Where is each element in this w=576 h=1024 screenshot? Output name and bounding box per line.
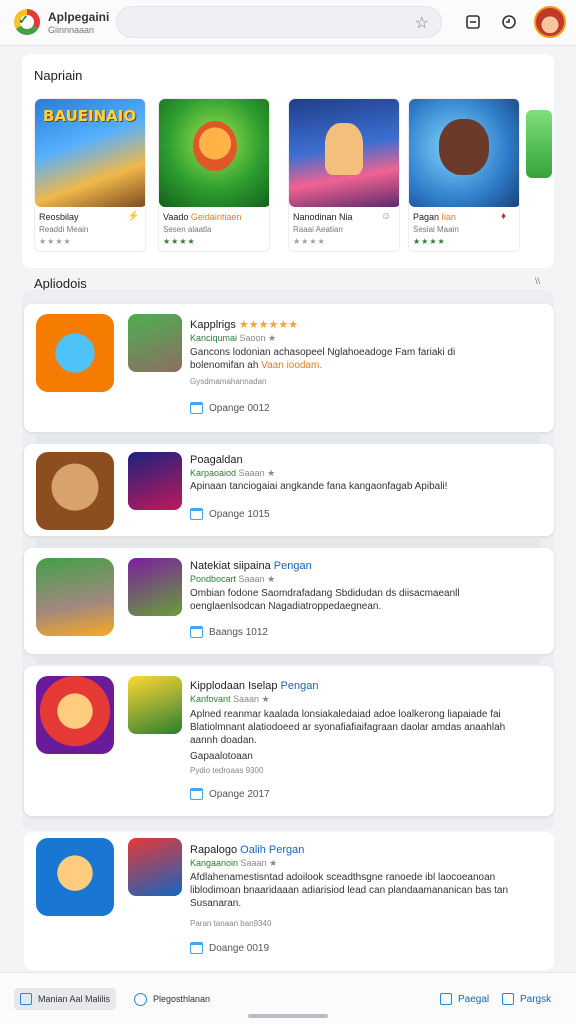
item-subtitle: Kanfovant Saaan ★: [190, 694, 270, 704]
calendar-icon: [190, 942, 203, 954]
chevron-icon[interactable]: \\: [535, 276, 540, 286]
item-subtitle: Pondbocart Saaan ★: [190, 574, 276, 584]
tab-home[interactable]: Manian Aal Malilis: [14, 988, 117, 1010]
item-description: Aplned reanmar kaalada lonsiakaledaiad a…: [190, 709, 506, 746]
featured-section: Napriain BAUEINAIO Reosbilay ⚡ Readdi Me…: [22, 54, 554, 268]
search-bar[interactable]: ☆: [116, 6, 442, 38]
scroll-peek-tile[interactable]: [526, 110, 552, 178]
item-date: Opange 1015: [190, 508, 270, 520]
item-title: Poagaldan: [190, 454, 243, 466]
badge-icon: ⚡: [127, 211, 140, 222]
list-item[interactable]: Poagaldan Karpaoaiod Saaan ★ Apinaan tan…: [24, 444, 554, 536]
divider: [36, 434, 540, 442]
compass-icon: [134, 992, 147, 1006]
divider: [36, 538, 540, 546]
app-icon-image: [36, 314, 114, 392]
badge-icon: ♦: [501, 211, 507, 222]
list-item[interactable]: Kipplodaan Iselap Pengan Kanfovant Saaan…: [24, 666, 554, 816]
featured-tile[interactable]: BAUEINAIO Reosbilay ⚡ Readdi Meain ★★★★: [34, 98, 146, 252]
calendar-icon: [190, 788, 203, 800]
item-subtitle: Kangaanoin Saaan ★: [190, 858, 278, 868]
calendar-icon: [190, 508, 203, 520]
featured-tile[interactable]: Vaado Geidaintiaen Sesen alaatla ★★★★: [158, 98, 270, 252]
featured-subtitle: Sesiai Maain: [413, 225, 459, 234]
rating-stars: ★★★★: [413, 237, 446, 246]
item-description: Gancons lodonian achasopeel Nglahoeadoge…: [190, 347, 456, 371]
featured-subtitle: Readdi Meain: [39, 225, 89, 234]
app-icon-image: [36, 676, 114, 754]
item-description: Ombian fodone Saomdrafadang Sbdidudan ds…: [190, 588, 460, 612]
home-indicator[interactable]: [248, 1014, 328, 1018]
app-subtitle: Giinnnaaan: [48, 25, 95, 35]
featured-name: Vaado Geidaintiaen: [163, 212, 242, 222]
item-date: Opange 2017: [190, 788, 270, 800]
featured-title: Napriain: [34, 68, 83, 83]
clock-icon[interactable]: [498, 11, 520, 33]
artwork-logo-text: BAUEINAIO: [43, 107, 137, 125]
featured-tile[interactable]: Nanodinan Nia ☺ Raaai Aeatian ★★★★: [288, 98, 400, 252]
app-title: Aplpegaini: [48, 10, 110, 24]
app-thumbnail-image: [128, 838, 182, 896]
game-artwork-image: BAUEINAIO: [35, 99, 145, 207]
item-title: Kapplrigs ★★★★★★: [190, 319, 299, 331]
featured-subtitle: Raaai Aeatian: [293, 225, 343, 234]
list-item[interactable]: Kapplrigs ★★★★★★ Kanciqumai Saoon ★ Ganc…: [24, 304, 554, 432]
home-icon: [20, 993, 32, 1005]
game-artwork-image: [159, 99, 269, 207]
item-title: Natekiat siipaina Pengan: [190, 560, 312, 572]
item-meta: Gysdmamahannadan: [190, 377, 267, 386]
calendar-icon: [190, 402, 203, 414]
app-thumbnail-image: [128, 452, 182, 510]
item-meta: Pydio tedroaas 9300: [190, 766, 264, 775]
list-item[interactable]: Natekiat siipaina Pengan Pondbocart Saaa…: [24, 548, 554, 654]
featured-name: Reosbilay: [39, 212, 79, 222]
rating-stars: ★★★★: [293, 237, 326, 246]
app-icon-image: [36, 838, 114, 916]
item-meta: Paran tanaan ban9340: [190, 919, 272, 928]
item-date: Baangs 1012: [190, 626, 268, 638]
item-description: Afdlahenamestisntad adoilook sceadthsgne…: [190, 872, 509, 909]
app-thumbnail-image: [128, 558, 182, 616]
list-item[interactable]: Rapalogo Oalih Pergan Kangaanoin Saaan ★…: [24, 832, 554, 970]
star-icon[interactable]: ☆: [415, 13, 429, 33]
divider: [36, 656, 540, 664]
tab-explore[interactable]: Plegosthlanan: [134, 988, 210, 1010]
item-title: Kipplodaan Iselap Pengan: [190, 680, 319, 692]
user-avatar[interactable]: [534, 6, 566, 38]
featured-tile[interactable]: Pagan Iian ♦ Sesiai Maain ★★★★: [408, 98, 520, 252]
badge-icon: ☺: [381, 211, 392, 222]
game-artwork-image: [409, 99, 519, 207]
tab-settings[interactable]: Pargsk: [502, 988, 551, 1010]
tab-page[interactable]: Paegal: [440, 988, 489, 1010]
featured-name: Nanodinan Nia: [293, 212, 353, 222]
item-date: Opange 0012: [190, 402, 270, 414]
item-extra: Gapaalotoaan: [190, 751, 253, 762]
app-icon-image: [36, 452, 114, 530]
list-section-title: Apliodois: [34, 276, 87, 291]
featured-name: Pagan Iian: [413, 212, 457, 222]
item-title: Rapalogo Oalih Pergan: [190, 844, 305, 856]
page-icon: [440, 993, 452, 1005]
calendar-icon: [190, 626, 203, 638]
game-artwork-image: [289, 99, 399, 207]
save-icon[interactable]: [462, 11, 484, 33]
settings-icon: [502, 993, 514, 1005]
item-subtitle: Kanciqumai Saoon ★: [190, 333, 277, 343]
item-subtitle: Karpaoaiod Saaan ★: [190, 468, 276, 478]
app-icon-image: [36, 558, 114, 636]
checkmark-icon: ✓: [18, 12, 29, 27]
item-date: Doange 0019: [190, 942, 269, 954]
app-thumbnail-image: [128, 314, 182, 372]
featured-subtitle: Sesen alaatla: [163, 225, 212, 234]
rating-stars: ★★★★: [163, 237, 196, 246]
item-description: Apinaan tanciogaiai angkande fana kangao…: [190, 481, 448, 492]
app-thumbnail-image: [128, 676, 182, 734]
top-bar: ✓ Aplpegaini Giinnnaaan ☆: [0, 0, 576, 46]
rating-stars: ★★★★: [39, 237, 72, 246]
